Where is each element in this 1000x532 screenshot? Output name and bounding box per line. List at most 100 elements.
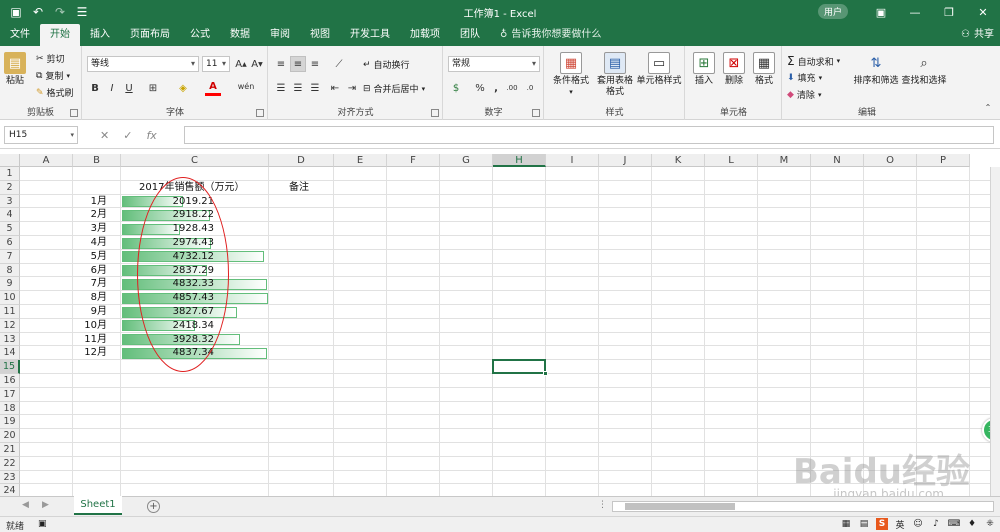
sheet-tab-sheet1[interactable]: Sheet1	[74, 496, 122, 515]
share-button[interactable]: ⚇ 共享	[961, 24, 994, 46]
borders-icon[interactable]: ⊞	[145, 80, 161, 96]
bold-button[interactable]: B	[87, 80, 103, 96]
column-header-g[interactable]: G	[440, 154, 493, 167]
fill-color-icon[interactable]: ◈	[175, 80, 191, 96]
align-right-icon[interactable]: ☰	[307, 80, 323, 96]
column-header-n[interactable]: N	[811, 154, 864, 167]
paste-button[interactable]: ▤ 粘贴	[4, 52, 26, 87]
shirt-icon[interactable]: ♦	[966, 518, 978, 530]
column-header-l[interactable]: L	[705, 154, 758, 167]
accounting-icon[interactable]: $	[448, 80, 464, 96]
sogou-icon[interactable]: S	[876, 518, 888, 530]
month-cell[interactable]: 8月	[73, 291, 107, 305]
row-header-13[interactable]: 13	[0, 332, 20, 347]
cut-button[interactable]: ✂ 剪切	[36, 52, 65, 66]
column-header-m[interactable]: M	[758, 154, 811, 167]
column-header-o[interactable]: O	[864, 154, 917, 167]
column-header-b[interactable]: B	[73, 154, 121, 167]
scroll-thumb[interactable]	[625, 503, 735, 510]
row-header-3[interactable]: 3	[0, 194, 20, 209]
month-cell[interactable]: 9月	[73, 305, 107, 319]
column-header-f[interactable]: F	[387, 154, 440, 167]
row-header-10[interactable]: 10	[0, 291, 20, 305]
tab-data[interactable]: 数据	[220, 24, 260, 46]
undo-icon[interactable]: ↶	[30, 4, 46, 20]
horizontal-scrollbar[interactable]	[612, 501, 994, 512]
column-header-c[interactable]: C	[121, 154, 269, 167]
month-cell[interactable]: 12月	[73, 346, 107, 360]
month-cell[interactable]: 5月	[73, 250, 107, 264]
enter-icon[interactable]: ✓	[123, 129, 132, 142]
font-color-button[interactable]: A	[205, 80, 221, 96]
align-middle-icon[interactable]: ≡	[290, 56, 306, 72]
row-header-1[interactable]: 1	[0, 167, 20, 181]
orientation-icon[interactable]: ⟋	[331, 56, 347, 72]
align-left-icon[interactable]: ☰	[273, 80, 289, 96]
touch-mode-icon[interactable]: ☰	[74, 4, 90, 20]
increase-decimal-button[interactable]: .00	[504, 80, 520, 96]
row-header-11[interactable]: 11	[0, 305, 20, 319]
active-cell-h15[interactable]	[492, 359, 548, 376]
column-header-p[interactable]: P	[917, 154, 970, 167]
month-cell[interactable]: 4月	[73, 236, 107, 250]
user-account[interactable]: 用户	[817, 4, 848, 19]
macro-record-icon[interactable]: ▣	[38, 519, 47, 529]
row-header-19[interactable]: 19	[0, 415, 20, 430]
copy-button[interactable]: ⧉ 复制 ▾	[36, 69, 70, 83]
clear-button[interactable]: ◆ 清除 ▾	[787, 88, 821, 102]
page-layout-view-icon[interactable]: ▤	[858, 518, 870, 530]
row-header-9[interactable]: 9	[0, 277, 20, 292]
tab-view[interactable]: 视图	[300, 24, 340, 46]
next-sheet-icon[interactable]: ▶	[42, 500, 49, 510]
row-header-7[interactable]: 7	[0, 249, 20, 264]
column-header-e[interactable]: E	[334, 154, 387, 167]
tab-insert[interactable]: 插入	[80, 24, 120, 46]
close-icon[interactable]: ✕	[966, 0, 1000, 24]
insert-cells-button[interactable]: ⊞ 插入	[690, 52, 718, 87]
redo-icon[interactable]: ↷	[52, 4, 68, 20]
row-header-16[interactable]: 16	[0, 374, 20, 388]
month-cell[interactable]: 2月	[73, 208, 107, 222]
month-cell[interactable]: 10月	[73, 319, 107, 333]
clipboard-launcher[interactable]	[70, 109, 78, 117]
emoji-icon[interactable]: ☺	[912, 518, 924, 530]
align-top-icon[interactable]: ≡	[273, 56, 289, 72]
percent-button[interactable]: %	[472, 80, 488, 96]
fill-button[interactable]: ⬇ 填充 ▾	[787, 71, 822, 85]
align-center-icon[interactable]: ☰	[290, 80, 306, 96]
row-header-15[interactable]: 15	[0, 360, 20, 374]
add-sheet-icon[interactable]: +	[147, 500, 160, 513]
row-header-18[interactable]: 18	[0, 401, 20, 416]
column-header-a[interactable]: A	[20, 154, 73, 167]
column-header-k[interactable]: K	[652, 154, 705, 167]
autosum-button[interactable]: Σ 自动求和 ▾	[787, 54, 840, 68]
sort-filter-button[interactable]: ⇅ 排序和筛选	[853, 52, 899, 87]
worksheet-grid[interactable]: A B C D E F G H I J K L M N O P 1 2 3 4 5 6 7 8 9 10 11 12 13 14 15 16 1…	[0, 154, 1000, 496]
font-name-select[interactable]: 等线 ▾	[87, 56, 199, 72]
shrink-font-icon[interactable]: A ▼	[249, 56, 265, 72]
month-cell[interactable]: 7月	[73, 277, 107, 291]
conditional-format-button[interactable]: ▦ 条件格式 ▾	[549, 52, 593, 98]
row-header-24[interactable]: 24	[0, 484, 20, 496]
tab-addins[interactable]: 加载项	[400, 24, 450, 46]
row-header-8[interactable]: 8	[0, 263, 20, 278]
prev-sheet-icon[interactable]: ◀	[22, 500, 29, 510]
column-header-h[interactable]: H	[493, 154, 546, 167]
name-box[interactable]: H15 ▾	[4, 126, 78, 144]
row-header-21[interactable]: 21	[0, 443, 20, 457]
tab-home[interactable]: 开始	[40, 24, 80, 46]
row-header-5[interactable]: 5	[0, 222, 20, 236]
merge-center-button[interactable]: ⊟ 合并后居中 ▾	[363, 82, 425, 96]
phonetic-guide-button[interactable]: wén	[238, 78, 255, 94]
row-header-22[interactable]: 22	[0, 456, 20, 471]
format-as-table-button[interactable]: ▤ 套用表格格式	[593, 52, 637, 98]
tab-review[interactable]: 审阅	[260, 24, 300, 46]
comma-button[interactable]: ,	[488, 80, 504, 96]
cancel-icon[interactable]: ✕	[100, 129, 109, 142]
find-select-button[interactable]: ⌕ 查找和选择	[901, 52, 947, 87]
row-header-12[interactable]: 12	[0, 318, 20, 333]
ime-en-icon[interactable]: 英	[894, 518, 906, 531]
row-header-2[interactable]: 2	[0, 180, 20, 195]
row-header-4[interactable]: 4	[0, 208, 20, 223]
tab-file[interactable]: 文件	[0, 24, 40, 46]
